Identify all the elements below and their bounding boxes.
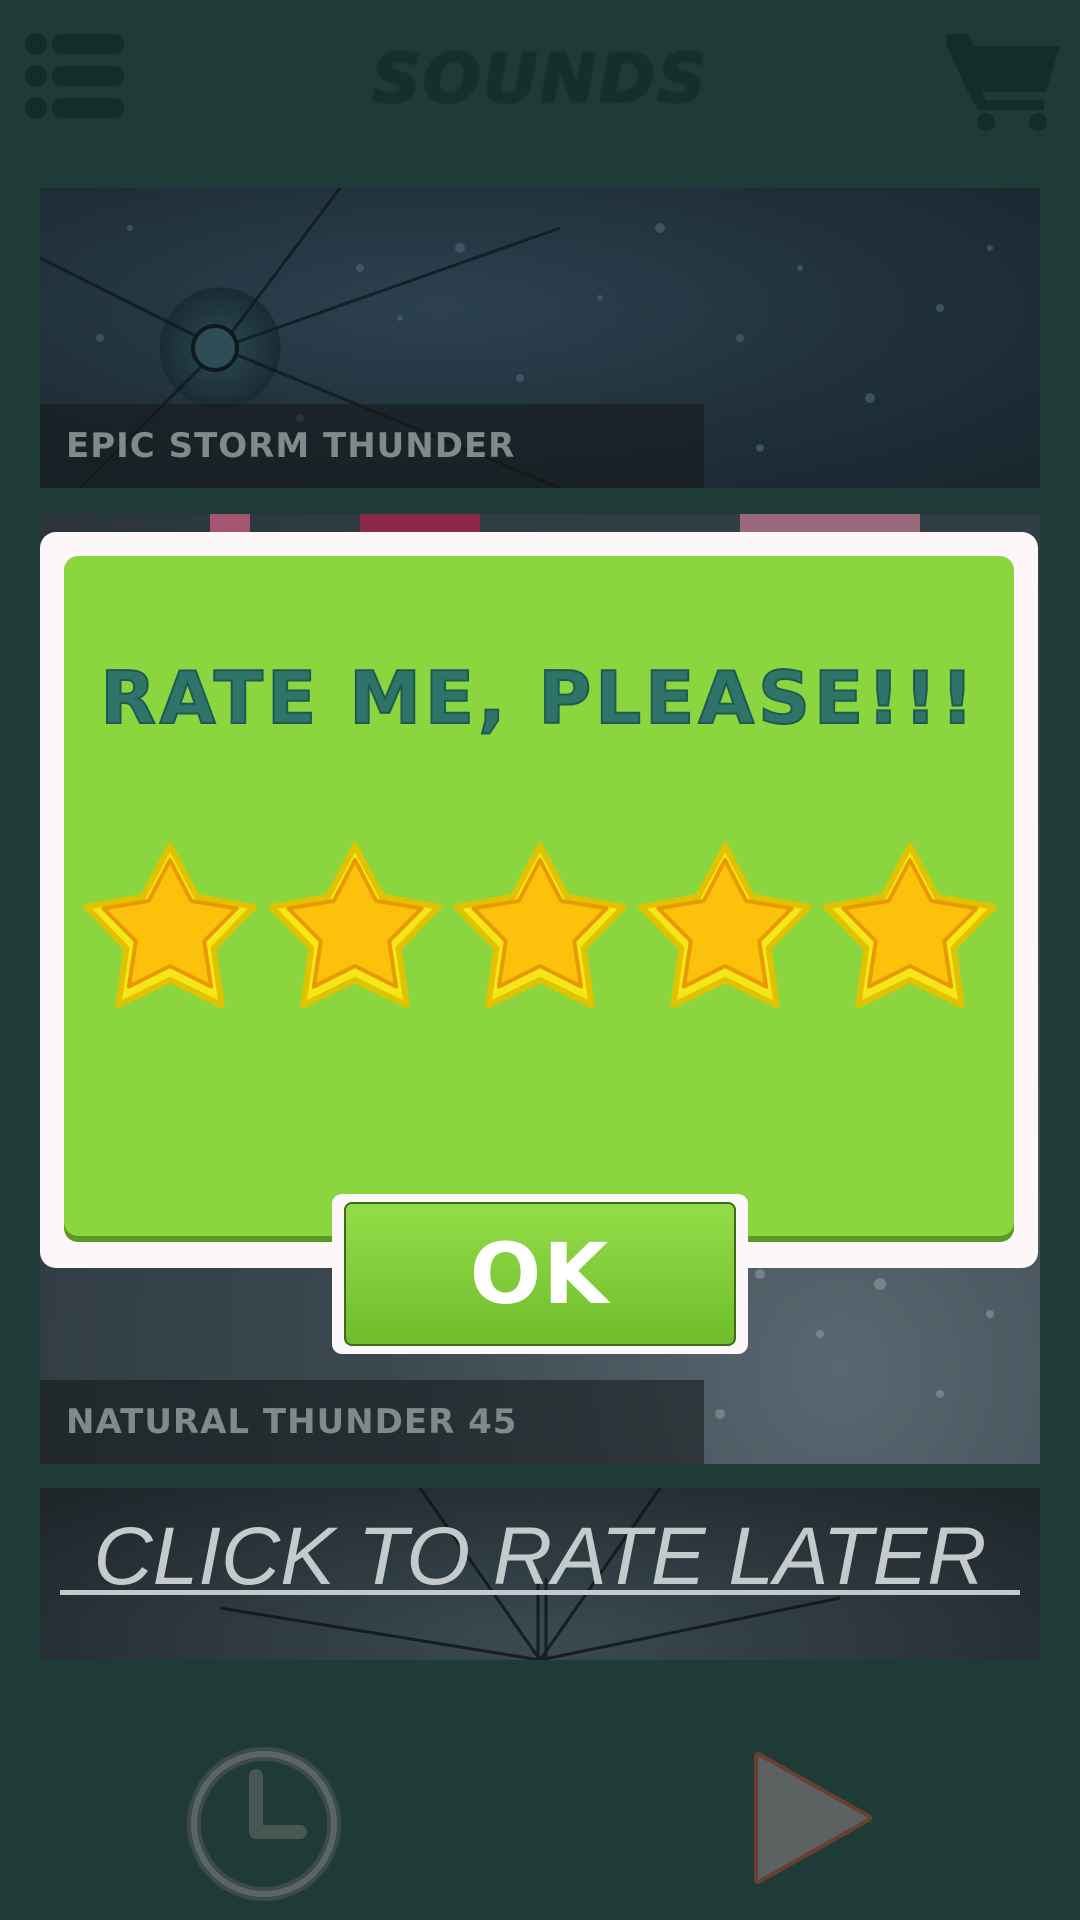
star-rating[interactable] <box>80 838 1000 1022</box>
clock-icon[interactable] <box>186 1746 342 1902</box>
star-icon[interactable] <box>820 838 1000 1018</box>
shopping-cart-icon[interactable] <box>946 30 1060 132</box>
play-icon[interactable] <box>748 1746 878 1890</box>
sound-card-epic-storm-thunder[interactable]: EPIC STORM THUNDER <box>40 188 1040 488</box>
star-icon[interactable] <box>635 838 815 1018</box>
star-icon[interactable] <box>265 838 445 1018</box>
star-icon[interactable] <box>80 838 260 1018</box>
page-title: SOUNDS <box>371 40 709 119</box>
ok-button[interactable]: OK <box>344 1202 736 1346</box>
sound-title: EPIC STORM THUNDER <box>66 426 516 466</box>
rate-later-link[interactable]: CLICK TO RATE LATER <box>40 1488 1040 1660</box>
rate-later-underline <box>60 1590 1020 1595</box>
star-icon[interactable] <box>450 838 630 1018</box>
sound-title: NATURAL THUNDER 45 <box>66 1402 518 1442</box>
dialog-title: RATE ME, PLEASE!!! <box>99 655 978 741</box>
